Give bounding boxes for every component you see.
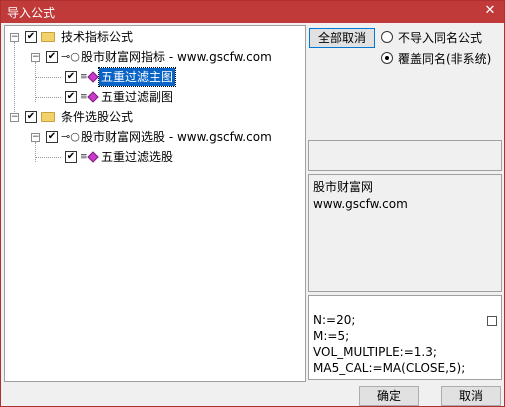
no-import-same-name-label: 不导入同名公式 (398, 31, 483, 45)
formula-line: MA5_CAL:=MA(CLOSE,5); (313, 361, 466, 375)
checkbox[interactable]: ✔ (25, 111, 37, 123)
key-icon: ⊸○ (61, 50, 80, 63)
collapse-icon[interactable]: − (10, 33, 19, 42)
deselect-all-button[interactable]: 全部取消 (309, 28, 375, 48)
formula-diamond-icon (87, 71, 99, 83)
tree-node-label: 五重过滤副图 (101, 90, 174, 104)
description-line: 股市财富网 (313, 180, 374, 194)
checkbox[interactable]: ✔ (65, 151, 77, 163)
checkbox[interactable]: ✔ (65, 71, 77, 83)
title-bar: 导入公式 ✕ (1, 1, 504, 23)
tree-node-gscfw-indicators[interactable]: − ✔ ⊸○ 股市财富网指标 - www.gscfw.com (5, 48, 295, 66)
overwrite-same-name-radio[interactable] (381, 52, 393, 64)
tree-node-label: 股市财富网选股 - www.gscfw.com (81, 130, 272, 144)
tree-node-label: 股市财富网指标 - www.gscfw.com (81, 50, 272, 64)
formula-diamond-icon (87, 91, 99, 103)
tree-node-label: 条件选股公式 (61, 110, 134, 124)
formula-source[interactable]: N:=20; M:=5; VOL_MULTIPLE:=1.3; MA5_CAL:… (308, 295, 502, 380)
import-formula-dialog: 导入公式 ✕ − ✔ 技术指标公式 − ✔ ⊸○ 股市财富网指标 - www.g… (0, 0, 505, 407)
collapse-icon[interactable]: − (10, 113, 19, 122)
collapse-icon[interactable]: − (31, 53, 40, 62)
checkbox[interactable]: ✔ (46, 131, 58, 143)
tree-node-sub-chart[interactable]: ✔ ≡ 五重过滤副图 (5, 88, 295, 106)
folder-icon (41, 112, 55, 122)
folder-icon (41, 32, 55, 42)
collapse-icon[interactable]: − (31, 133, 40, 142)
tree-node-label: 五重过滤主图 (97, 67, 177, 87)
no-import-same-name-radio[interactable] (381, 31, 393, 43)
formula-line: N:=20; (313, 313, 356, 327)
key-icon: ⊸○ (61, 130, 80, 143)
formula-diamond-icon (87, 151, 99, 163)
formula-line: VOL_MULTIPLE:=1.3; (313, 345, 437, 359)
tree-node-label: 技术指标公式 (61, 30, 134, 44)
source-checkbox[interactable] (487, 316, 497, 326)
ok-button[interactable]: 确定 (359, 386, 419, 406)
tree-node-selection-formula[interactable]: ✔ ≡ 五重过滤选股 (5, 148, 295, 166)
formula-description: 股市财富网 www.gscfw.com (308, 174, 502, 292)
window-title: 导入公式 (7, 6, 56, 20)
tree-node-gscfw-selection[interactable]: − ✔ ⊸○ 股市财富网选股 - www.gscfw.com (5, 128, 295, 146)
description-line: www.gscfw.com (313, 197, 408, 211)
tree-node-main-chart[interactable]: ✔ ≡ 五重过滤主图 (5, 67, 295, 87)
tree-node-label: 五重过滤选股 (101, 150, 174, 164)
tree-node-stock-selection[interactable]: − ✔ 条件选股公式 (5, 108, 295, 126)
checkbox[interactable]: ✔ (46, 51, 58, 63)
info-strip (308, 140, 502, 171)
formula-line: M:=5; (313, 329, 350, 343)
close-icon[interactable]: ✕ (482, 3, 498, 19)
checkbox[interactable]: ✔ (25, 31, 37, 43)
tree-node-technical-indicators[interactable]: − ✔ 技术指标公式 (5, 28, 295, 46)
formula-tree[interactable]: − ✔ 技术指标公式 − ✔ ⊸○ 股市财富网指标 - www.gscfw.co… (4, 25, 306, 382)
overwrite-same-name-label: 覆盖同名(非系统) (398, 52, 492, 66)
checkbox[interactable]: ✔ (65, 91, 77, 103)
cancel-button[interactable]: 取消 (441, 386, 501, 406)
